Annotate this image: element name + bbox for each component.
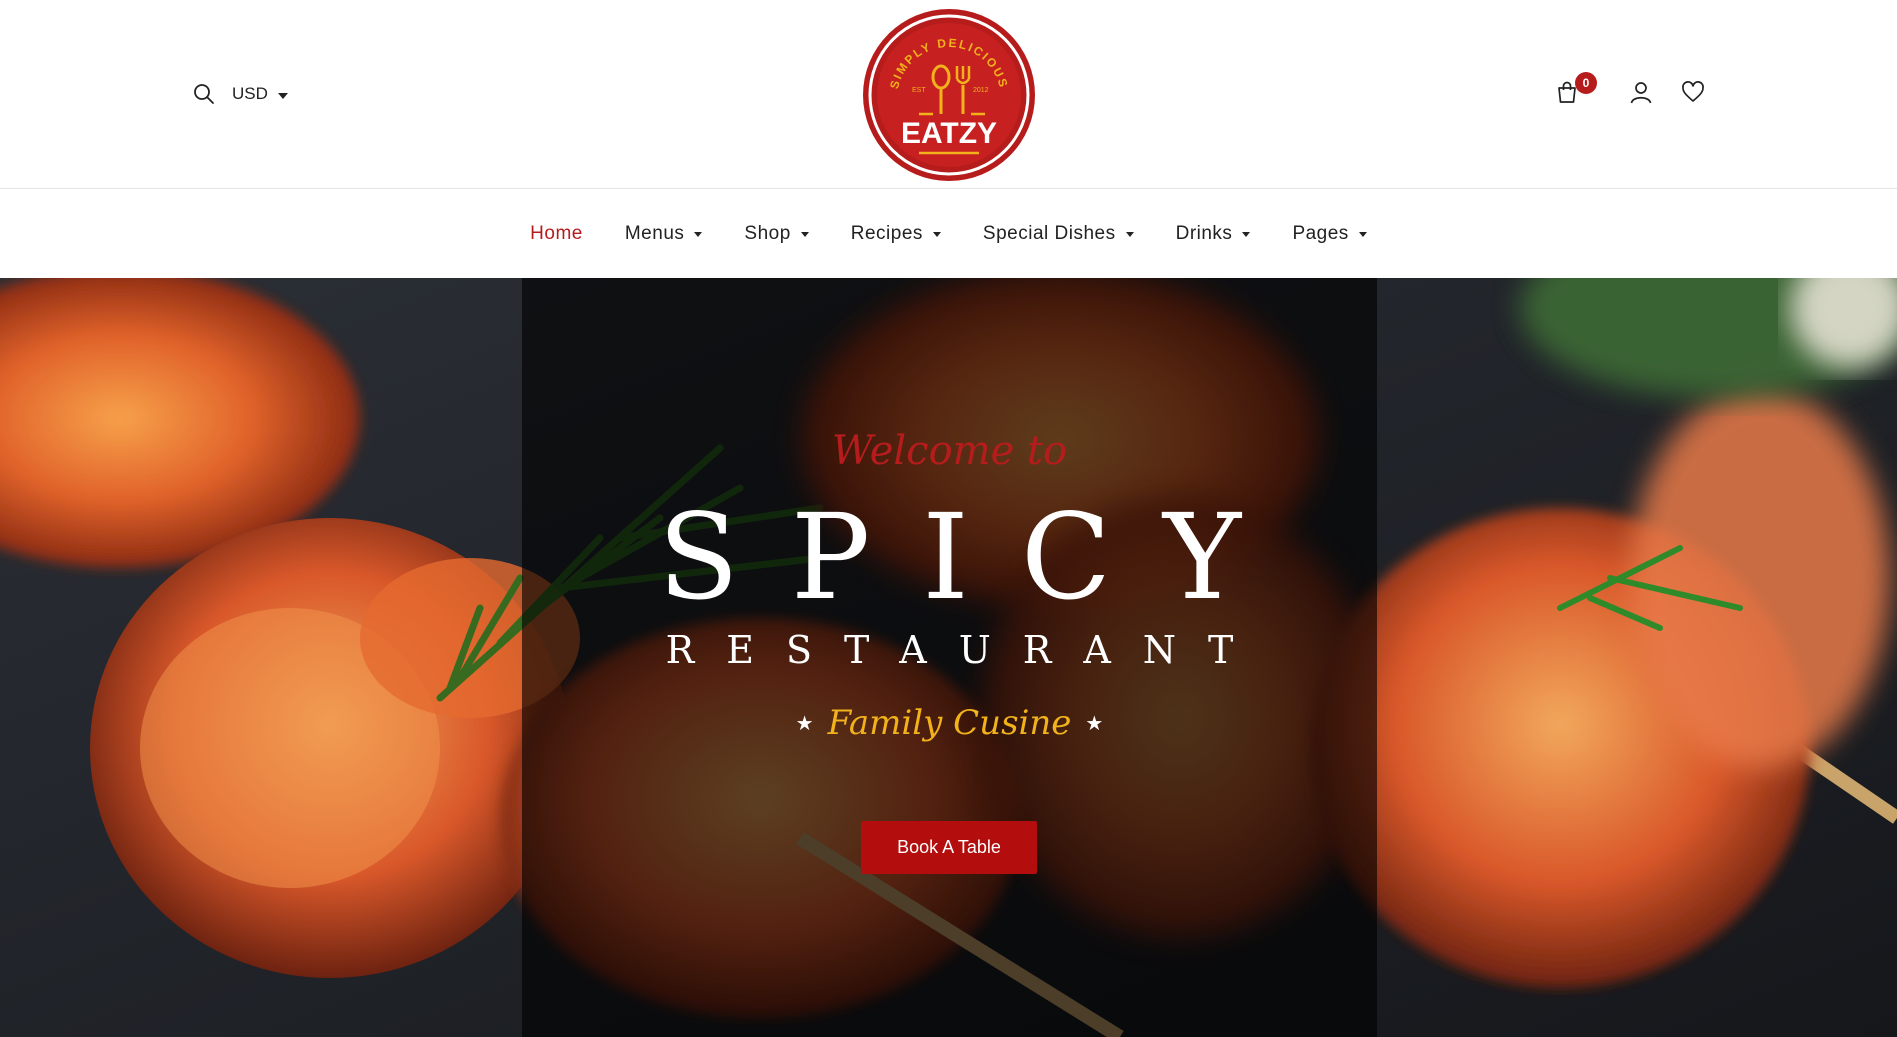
hero-tagline: ★ Family Cusine ★: [522, 703, 1377, 743]
hero-content: Welcome to SPICY RESTAURANT ★ Family Cus…: [522, 278, 1377, 1037]
chevron-down-icon: [1358, 232, 1367, 237]
chevron-down-icon: [277, 92, 288, 99]
logo-est-right: 2012: [973, 87, 989, 94]
nav-item-label: Shop: [744, 222, 791, 244]
cart-button[interactable]: 0: [1553, 72, 1597, 106]
heart-icon: [1682, 81, 1704, 102]
nav-item-label: Pages: [1292, 222, 1349, 244]
nav-item-label: Special Dishes: [982, 222, 1116, 244]
chevron-down-icon: [932, 232, 941, 237]
nav-item-menus[interactable]: Menus: [625, 223, 703, 245]
book-table-button[interactable]: Book A Table: [861, 821, 1037, 874]
hero-welcome-text: Welcome to: [831, 428, 1068, 474]
nav-item-label: Home: [530, 222, 583, 244]
account-button[interactable]: [1627, 78, 1655, 106]
nav-item-label: Recipes: [850, 222, 923, 244]
user-icon: [1630, 82, 1652, 104]
wishlist-button[interactable]: [1679, 78, 1707, 106]
nav-item-pages[interactable]: Pages: [1292, 222, 1367, 245]
star-icon: ★: [1085, 712, 1104, 735]
hero-banner: Welcome to SPICY RESTAURANT ★ Family Cus…: [0, 278, 1897, 1037]
site-logo[interactable]: SIMPLY DELICIOUS EST 2012 EATZY: [861, 7, 1037, 183]
nav-item-label: Menus: [624, 222, 685, 244]
hero-title: SPICY: [657, 488, 1294, 626]
nav-item-special-dishes[interactable]: Special Dishes: [983, 223, 1134, 245]
logo-tagline: SIMPLY DELICIOUS: [887, 36, 1009, 91]
hero-tagline-text: Family Cusine: [827, 703, 1072, 743]
site-header: USD SIMPLY DELICIOUS EST 2012 EATZY 0: [0, 0, 1897, 189]
logo-brand: EATZY: [901, 117, 997, 150]
svg-text:SIMPLY DELICIOUS: SIMPLY DELICIOUS: [887, 36, 1011, 91]
nav-item-home[interactable]: Home: [530, 223, 583, 245]
logo-est-left: EST: [912, 87, 926, 94]
logo-text-layer: SIMPLY DELICIOUS EST 2012 EATZY: [861, 7, 1037, 183]
nav-item-recipes[interactable]: Recipes: [851, 223, 941, 245]
nav-item-label: Drinks: [1175, 222, 1233, 244]
main-nav: Home Menus Shop Recipes Special Dishes Drinks…: [0, 189, 1897, 278]
cart-count-badge: 0: [1575, 72, 1597, 94]
nav-item-shop[interactable]: Shop: [744, 222, 809, 245]
header-left-tools: USD: [190, 80, 288, 108]
header-right-tools: 0: [1553, 72, 1707, 106]
currency-label: USD: [232, 84, 268, 103]
nav-item-drinks[interactable]: Drinks: [1176, 223, 1251, 245]
currency-selector[interactable]: USD: [232, 84, 288, 104]
star-icon: ★: [795, 712, 814, 735]
hero-subtitle: RESTAURANT: [665, 628, 1266, 672]
chevron-down-icon: [1242, 232, 1251, 237]
chevron-down-icon: [800, 232, 809, 237]
chevron-down-icon: [1125, 232, 1134, 237]
chevron-down-icon: [694, 232, 703, 237]
search-icon[interactable]: [190, 80, 218, 108]
